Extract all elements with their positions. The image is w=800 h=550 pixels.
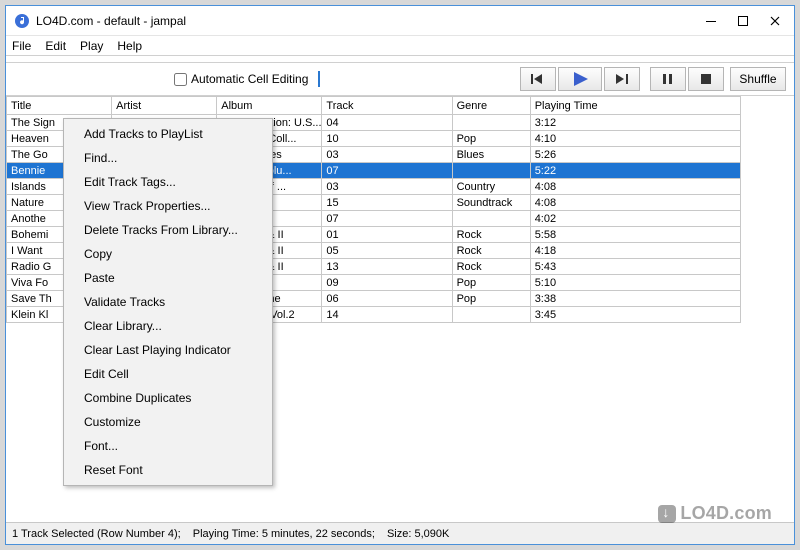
cell-track[interactable]: 01 [322,227,452,243]
col-playing-time[interactable]: Playing Time [530,97,740,115]
play-button[interactable] [558,67,602,91]
cell-time[interactable]: 5:26 [530,147,740,163]
cell-track[interactable]: 03 [322,147,452,163]
window-title: LO4D.com - default - jampal [36,14,704,28]
context-menu-item[interactable]: Clear Last Playing Indicator [66,338,270,362]
cell-time[interactable]: 4:18 [530,243,740,259]
toolbar: Automatic Cell Editing Shuffle [6,62,794,96]
stop-button[interactable] [688,67,724,91]
col-album[interactable]: Album [217,97,322,115]
context-menu-item[interactable]: Paste [66,266,270,290]
cell-genre[interactable] [452,211,530,227]
cell-track[interactable]: 07 [322,163,452,179]
cell-time[interactable]: 4:08 [530,195,740,211]
cell-time[interactable]: 3:38 [530,291,740,307]
cell-genre[interactable]: Rock [452,243,530,259]
menu-play[interactable]: Play [80,39,103,53]
menubar: File Edit Play Help [6,36,794,56]
table-header-row: Title Artist Album Track Genre Playing T… [7,97,741,115]
cell-time[interactable]: 5:22 [530,163,740,179]
auto-cell-label: Automatic Cell Editing [191,72,308,86]
shuffle-button[interactable]: Shuffle [730,67,786,91]
cell-genre[interactable]: Rock [452,259,530,275]
context-menu-item[interactable]: Reset Font [66,458,270,482]
context-menu-item[interactable]: Edit Track Tags... [66,170,270,194]
context-menu-item[interactable]: Copy [66,242,270,266]
context-menu-item[interactable]: Combine Duplicates [66,386,270,410]
context-menu-item[interactable]: Customize [66,410,270,434]
context-menu-item[interactable]: Validate Tracks [66,290,270,314]
menu-help[interactable]: Help [117,39,142,53]
col-title[interactable]: Title [7,97,112,115]
status-selection: 1 Track Selected (Row Number 4); [12,528,185,540]
cell-track[interactable]: 05 [322,243,452,259]
cell-track[interactable]: 07 [322,211,452,227]
status-playing-time: Playing Time: 5 minutes, 22 seconds; [193,528,379,540]
cell-time[interactable]: 4:02 [530,211,740,227]
cell-genre[interactable] [452,163,530,179]
context-menu-item[interactable]: Clear Library... [66,314,270,338]
next-track-button[interactable] [604,67,640,91]
status-size: Size: 5,090K [387,528,453,540]
context-menu-item[interactable]: Edit Cell [66,362,270,386]
pause-button[interactable] [650,67,686,91]
cell-genre[interactable]: Pop [452,275,530,291]
cell-genre[interactable]: Soundtrack [452,195,530,211]
auto-cell-checkbox[interactable] [174,73,187,86]
cell-genre[interactable]: Rock [452,227,530,243]
cell-time[interactable]: 4:10 [530,131,740,147]
cell-genre[interactable]: Country [452,179,530,195]
context-menu[interactable]: Add Tracks to PlayListFind...Edit Track … [63,118,273,486]
cell-genre[interactable] [452,115,530,131]
cell-genre[interactable]: Pop [452,291,530,307]
col-track[interactable]: Track [322,97,452,115]
auto-cell-group: Automatic Cell Editing [174,71,320,87]
play-indicator [318,71,320,87]
col-genre[interactable]: Genre [452,97,530,115]
cell-time[interactable]: 3:12 [530,115,740,131]
cell-genre[interactable]: Pop [452,131,530,147]
cell-track[interactable]: 06 [322,291,452,307]
cell-track[interactable]: 15 [322,195,452,211]
cell-time[interactable]: 5:58 [530,227,740,243]
cell-time[interactable]: 4:08 [530,179,740,195]
context-menu-item[interactable]: Delete Tracks From Library... [66,218,270,242]
cell-track[interactable]: 10 [322,131,452,147]
cell-track[interactable]: 03 [322,179,452,195]
menu-edit[interactable]: Edit [45,39,66,53]
close-button[interactable] [768,14,782,28]
cell-track[interactable]: 13 [322,259,452,275]
app-icon [14,13,30,29]
cell-track[interactable]: 04 [322,115,452,131]
context-menu-item[interactable]: View Track Properties... [66,194,270,218]
cell-track[interactable]: 14 [322,307,452,323]
cell-time[interactable]: 5:10 [530,275,740,291]
cell-track[interactable]: 09 [322,275,452,291]
minimize-button[interactable] [704,14,718,28]
titlebar: LO4D.com - default - jampal [6,6,794,36]
context-menu-item[interactable]: Font... [66,434,270,458]
context-menu-item[interactable]: Add Tracks to PlayList [66,122,270,146]
menu-file[interactable]: File [12,39,31,53]
statusbar: 1 Track Selected (Row Number 4); Playing… [6,522,794,544]
cell-genre[interactable] [452,307,530,323]
cell-time[interactable]: 3:45 [530,307,740,323]
cell-genre[interactable]: Blues [452,147,530,163]
window-controls [704,14,786,28]
col-artist[interactable]: Artist [112,97,217,115]
maximize-button[interactable] [736,14,750,28]
cell-time[interactable]: 5:43 [530,259,740,275]
context-menu-item[interactable]: Find... [66,146,270,170]
prev-track-button[interactable] [520,67,556,91]
